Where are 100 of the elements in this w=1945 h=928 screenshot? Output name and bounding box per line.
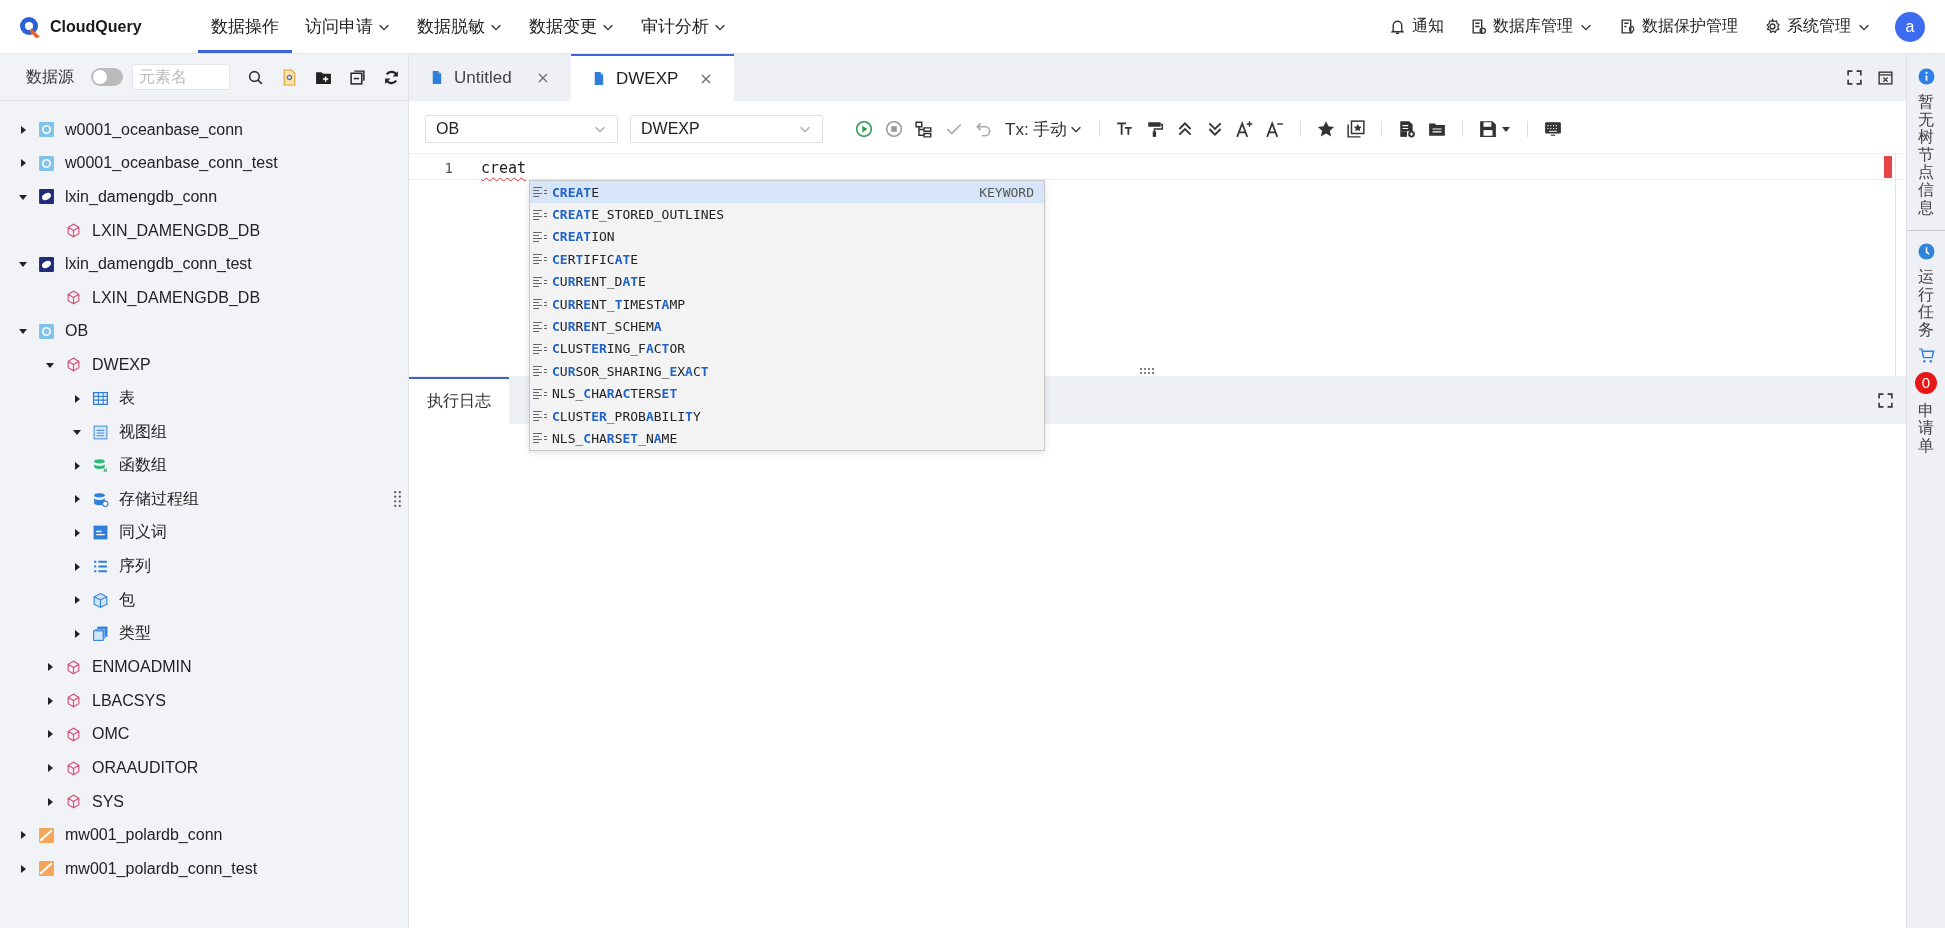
tree-item[interactable]: LBACSYS bbox=[92, 691, 166, 710]
caret-right-icon[interactable] bbox=[18, 830, 28, 841]
new-file-icon[interactable] bbox=[1398, 120, 1417, 138]
nav-action[interactable]: 数据保护管理 bbox=[1613, 12, 1744, 41]
suggestion-item[interactable]: CURRENT_DATE bbox=[530, 270, 1044, 293]
suggestion-item[interactable]: CURRENT_SCHEMA bbox=[530, 315, 1044, 338]
fullscreen-icon[interactable] bbox=[1846, 69, 1863, 86]
caret-right-icon[interactable] bbox=[72, 460, 82, 471]
suggestion-item[interactable]: CREATE_STORED_OUTLINES bbox=[530, 203, 1044, 226]
suggestion-item[interactable]: CERTIFICATE bbox=[530, 248, 1044, 271]
star-icon[interactable] bbox=[1317, 120, 1336, 138]
caret-right-icon[interactable] bbox=[72, 561, 82, 572]
caret-right-icon[interactable] bbox=[45, 763, 55, 774]
tree-item[interactable]: 视图组 bbox=[119, 421, 167, 443]
nav-menu-item[interactable]: 数据脱敏 bbox=[404, 0, 516, 53]
tree-item[interactable]: w0001_oceanbase_conn bbox=[65, 120, 243, 139]
tree-item[interactable]: 同义词 bbox=[119, 522, 167, 544]
collapse-all-icon[interactable] bbox=[349, 68, 366, 86]
search-icon[interactable] bbox=[247, 68, 264, 86]
caret-down-icon[interactable] bbox=[18, 192, 28, 202]
caret-right-icon[interactable] bbox=[18, 863, 28, 874]
nav-menu-item[interactable]: 访问申请 bbox=[292, 0, 404, 53]
suggestion-item[interactable]: CLUSTER_PROBABILITY bbox=[530, 404, 1044, 428]
tree-item[interactable]: 包 bbox=[119, 589, 135, 611]
tree-item[interactable]: SYS bbox=[92, 792, 124, 811]
suggestion-item[interactable]: CREATE KEYWORD bbox=[530, 181, 1044, 204]
suggestion-item[interactable]: CURRENT_TIMESTAMP bbox=[530, 292, 1044, 316]
editor-tab[interactable]: DWEXP bbox=[571, 54, 735, 101]
tree-item[interactable]: lxin_damengdb_conn_test bbox=[65, 255, 252, 274]
close-window-icon[interactable] bbox=[1877, 69, 1894, 86]
tree-item[interactable]: LXIN_DAMENGDB_DB bbox=[92, 221, 261, 240]
explain-plan-icon[interactable] bbox=[915, 120, 933, 138]
keyboard-icon[interactable] bbox=[1544, 120, 1563, 138]
tree-item[interactable]: 序列 bbox=[119, 556, 151, 577]
save-dropdown[interactable] bbox=[1479, 120, 1512, 138]
caret-right-icon[interactable] bbox=[72, 527, 82, 538]
nav-action[interactable]: 系统管理 bbox=[1758, 12, 1877, 41]
suggestion-item[interactable]: CURSOR_SHARING_EXACT bbox=[530, 360, 1044, 383]
nav-menu-item[interactable]: 数据变更 bbox=[516, 0, 628, 53]
text-size-icon[interactable] bbox=[1116, 120, 1135, 138]
nav-menu-item[interactable]: 审计分析 bbox=[628, 0, 740, 53]
font-increase-icon[interactable] bbox=[1236, 120, 1255, 138]
schema-select[interactable]: DWEXP bbox=[630, 115, 823, 143]
stop-icon[interactable] bbox=[885, 120, 903, 138]
folder-icon[interactable] bbox=[1428, 120, 1447, 138]
caret-right-icon[interactable] bbox=[18, 124, 28, 135]
search-field[interactable]: 元素名 bbox=[132, 64, 230, 90]
file-search-icon[interactable] bbox=[281, 68, 298, 86]
tree-item[interactable]: OMC bbox=[92, 725, 130, 744]
caret-right-icon[interactable] bbox=[72, 393, 82, 404]
caret-right-icon[interactable] bbox=[18, 158, 28, 169]
tree-item[interactable]: w0001_oceanbase_conn_test bbox=[65, 154, 278, 173]
resize-handle-icon[interactable] bbox=[1139, 368, 1155, 374]
tree-item[interactable]: mw001_polardb_conn_test bbox=[65, 859, 258, 878]
caret-right-icon[interactable] bbox=[45, 729, 55, 740]
caret-right-icon[interactable] bbox=[72, 595, 82, 606]
suggestion-item[interactable]: NLS_CHARACTERSET bbox=[530, 382, 1044, 405]
add-favorite-icon[interactable] bbox=[1347, 120, 1366, 138]
nav-action[interactable]: 通知 bbox=[1383, 12, 1450, 41]
caret-right-icon[interactable] bbox=[45, 796, 55, 807]
editor-tab[interactable]: Untitled bbox=[409, 54, 571, 101]
close-icon[interactable] bbox=[700, 72, 713, 85]
refresh-icon[interactable] bbox=[383, 68, 400, 86]
tree-item[interactable]: 存储过程组 bbox=[119, 488, 199, 510]
suggestion-item[interactable]: CREATION bbox=[530, 225, 1044, 249]
caret-right-icon[interactable] bbox=[72, 628, 82, 639]
tree-item[interactable]: LXIN_DAMENGDB_DB bbox=[92, 288, 261, 307]
side-panel-tab[interactable]: 运行任务 bbox=[1918, 268, 1934, 339]
toggle-switch[interactable] bbox=[91, 68, 123, 86]
run-icon[interactable] bbox=[855, 120, 873, 138]
tree-item[interactable]: 函数组 bbox=[119, 455, 167, 477]
fullscreen-icon[interactable] bbox=[1877, 392, 1894, 409]
info-icon[interactable] bbox=[1917, 68, 1935, 85]
tree-item[interactable]: OB bbox=[65, 322, 89, 341]
tree-item[interactable]: mw001_polardb_conn bbox=[65, 826, 223, 845]
suggestion-item[interactable]: NLS_CHARSET_NAME bbox=[530, 427, 1044, 450]
tree-item[interactable]: lxin_damengdb_conn bbox=[65, 188, 218, 206]
suggestion-item[interactable]: CLUSTERING_FACTOR bbox=[530, 337, 1044, 361]
user-avatar[interactable]: a bbox=[1895, 11, 1925, 42]
side-panel-tab[interactable]: 申请单 bbox=[1918, 401, 1934, 455]
nav-action[interactable]: 数据库管理 bbox=[1464, 12, 1599, 41]
keyword-icon bbox=[532, 275, 548, 288]
drag-handle-icon[interactable] bbox=[394, 491, 401, 507]
caret-right-icon[interactable] bbox=[72, 494, 82, 505]
cart-icon[interactable] bbox=[1917, 346, 1935, 364]
connection-select[interactable]: OB bbox=[425, 115, 618, 143]
tree-item[interactable]: 表 bbox=[119, 388, 135, 410]
side-panel-tab[interactable]: 暂无树节点信息 bbox=[1918, 93, 1934, 217]
clock-icon[interactable] bbox=[1917, 243, 1935, 261]
transaction-mode-dropdown[interactable]: Tx: 手动 bbox=[1005, 117, 1084, 141]
tree-item[interactable]: DWEXP bbox=[92, 355, 151, 374]
caret-right-icon[interactable] bbox=[45, 662, 55, 673]
tree-item[interactable]: ORAAUDITOR bbox=[92, 759, 199, 778]
format-brush-icon[interactable] bbox=[1146, 120, 1165, 138]
tree-item[interactable]: 类型 bbox=[119, 623, 151, 645]
caret-right-icon[interactable] bbox=[45, 695, 55, 706]
tree-item[interactable]: ENMOADMIN bbox=[92, 658, 192, 677]
font-decrease-icon[interactable] bbox=[1266, 120, 1285, 138]
close-icon[interactable] bbox=[537, 71, 549, 84]
results-tab[interactable]: 执行日志 bbox=[409, 377, 509, 424]
